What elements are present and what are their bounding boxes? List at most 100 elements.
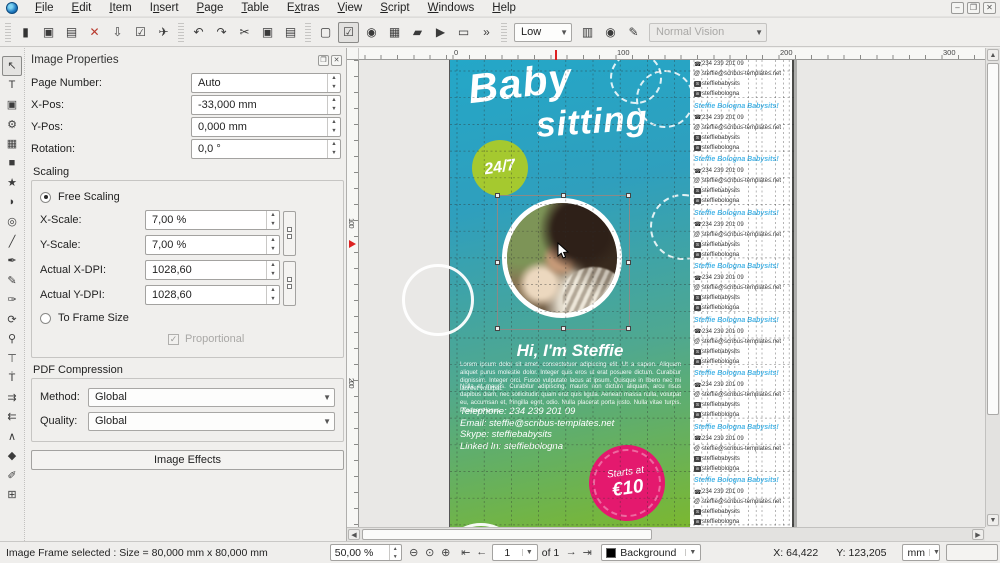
toolbar-overflow-icon[interactable]: »	[476, 22, 497, 43]
flyer-heading[interactable]: Hi, I'm Steffie	[450, 341, 690, 361]
price-badge[interactable]: Starts at €10	[584, 440, 670, 526]
open-document-icon[interactable]: ▣	[38, 22, 59, 43]
unlink-text-frames-tool[interactable]: ⇇	[2, 407, 22, 427]
selection-handle[interactable]	[626, 193, 631, 198]
spinner[interactable]: ▲▼	[327, 74, 340, 92]
menu-edit[interactable]: Edit	[63, 1, 101, 15]
scroll-up-icon[interactable]: ▲	[987, 49, 999, 61]
cut-icon[interactable]: ✂	[234, 22, 255, 43]
horizontal-scrollbar[interactable]: ◀ ▶	[347, 527, 985, 541]
selection-handle[interactable]	[561, 326, 566, 331]
panel-float-button[interactable]: ❐	[318, 55, 329, 66]
preview-quality-select[interactable]: Low ▼	[514, 23, 572, 42]
insert-table-icon[interactable]: ▦	[384, 22, 405, 43]
spinner[interactable]: ▲▼	[266, 286, 279, 304]
insert-arc-tool[interactable]: ◗	[2, 193, 22, 213]
new-document-icon[interactable]: ▮	[15, 22, 36, 43]
image-effects-button[interactable]: Image Effects	[31, 450, 344, 470]
menu-script[interactable]: Script	[371, 1, 418, 15]
y-scale-field[interactable]: 7,00 % ▲▼	[145, 235, 280, 255]
insert-bezier-tool[interactable]: ✒	[2, 251, 22, 271]
zoom-out-icon[interactable]: ⊖	[406, 546, 422, 559]
spinner[interactable]: ▲▼	[266, 211, 279, 229]
paste-icon[interactable]: ▤	[280, 22, 301, 43]
scroll-right-icon[interactable]: ▶	[972, 529, 984, 540]
quality-select[interactable]: Global ▼	[88, 412, 335, 431]
close-document-icon[interactable]: ✕	[84, 22, 105, 43]
insert-render-frame-icon[interactable]: ◉	[361, 22, 382, 43]
selection-handle[interactable]	[495, 326, 500, 331]
tear-off-strip[interactable]: Steffie Bologna Babysits!☎234 239 201 09…	[694, 315, 793, 369]
x-scale-field[interactable]: 7,00 % ▲▼	[145, 210, 280, 230]
menu-insert[interactable]: Insert	[141, 1, 188, 15]
menu-windows[interactable]: Windows	[419, 1, 484, 15]
insert-image-frame-tool[interactable]: ▣	[2, 95, 22, 115]
tear-off-strip[interactable]: Steffie Bologna Babysits!☎234 239 201 09…	[694, 60, 793, 101]
undo-icon[interactable]: ↶	[188, 22, 209, 43]
print-icon[interactable]: ⇩	[107, 22, 128, 43]
unit-selector[interactable]: mm ▼	[902, 544, 940, 561]
insert-polygon-tool[interactable]: ★	[2, 173, 22, 193]
tear-off-strip[interactable]: Steffie Bologna Babysits!☎234 239 201 09…	[694, 101, 793, 155]
insert-shape-tool[interactable]: ■	[2, 154, 22, 174]
pdf-tools[interactable]: ⊞	[2, 485, 22, 505]
save-document-icon[interactable]: ▤	[61, 22, 82, 43]
document-page[interactable]: Baby sitting 24/7 Hi, I'm Steffie Lorem …	[449, 60, 794, 527]
tear-off-strip[interactable]: Steffie Bologna Babysits!☎234 239 201 09…	[694, 475, 793, 527]
redo-icon[interactable]: ↷	[211, 22, 232, 43]
rotation-field[interactable]: 0,0 ° ▲▼	[191, 139, 341, 159]
insert-line-tool[interactable]: ╱	[2, 232, 22, 252]
measurements-tool[interactable]: ∧	[2, 427, 22, 447]
menu-help[interactable]: Help	[483, 1, 525, 15]
first-page-icon[interactable]: ⇤	[458, 546, 474, 559]
zoom-in-icon[interactable]: ⊕	[438, 546, 454, 559]
link-scales-icon[interactable]	[283, 211, 296, 256]
insert-text-frame-tool[interactable]: T	[2, 76, 22, 96]
y-pos-field[interactable]: 0,000 mm ▲▼	[191, 117, 341, 137]
scroll-down-icon[interactable]: ▼	[987, 514, 999, 526]
zoom-tool[interactable]: ⚲	[2, 329, 22, 349]
insert-spiral-tool[interactable]: ◎	[2, 212, 22, 232]
vertical-scrollbar[interactable]: ▲ ▼	[985, 48, 1000, 527]
method-select[interactable]: Global ▼	[88, 388, 335, 407]
select-tool[interactable]: ↖	[2, 56, 22, 76]
edit-contents-tool[interactable]: ⊤	[2, 349, 22, 369]
flyer-contacts[interactable]: Telephone: 234 239 201 09Email: steffie@…	[460, 406, 614, 452]
zoom-100-icon[interactable]: ⊙	[422, 546, 438, 559]
edit-in-preview-icon[interactable]: ✎	[623, 22, 644, 43]
last-page-icon[interactable]: ⇥	[579, 546, 595, 559]
tear-off-strips[interactable]: Steffie Bologna Babysits!☎234 239 201 09…	[694, 60, 793, 527]
tear-off-strip[interactable]: Steffie Bologna Babysits!☎234 239 201 09…	[694, 208, 793, 262]
panel-close-button[interactable]: ✕	[331, 55, 342, 66]
spinner[interactable]: ▲▼	[389, 545, 401, 560]
actual-y-dpi-field[interactable]: 1028,60 ▲▼	[145, 285, 280, 305]
selection-handle[interactable]	[561, 193, 566, 198]
close-button[interactable]: ✕	[983, 2, 996, 14]
tear-off-strip[interactable]: Steffie Bologna Babysits!☎234 239 201 09…	[694, 368, 793, 422]
menu-page[interactable]: Page	[188, 1, 233, 15]
layer-selector[interactable]: Background ▼	[601, 544, 701, 561]
free-scaling-radio[interactable]	[40, 192, 51, 203]
insert-table-tool[interactable]: ▦	[2, 134, 22, 154]
maximize-button[interactable]: ❐	[967, 2, 980, 14]
to-frame-size-radio[interactable]	[40, 313, 51, 324]
minimize-button[interactable]: –	[951, 2, 964, 14]
rotate-item-tool[interactable]: ⟳	[2, 310, 22, 330]
selection-handle[interactable]	[495, 193, 500, 198]
vertical-ruler[interactable]: 100200	[347, 60, 359, 527]
preview-mode-icon[interactable]: ☑	[338, 22, 359, 43]
display-settings-icon[interactable]: ▥	[577, 22, 598, 43]
spinner[interactable]: ▲▼	[266, 236, 279, 254]
spinner[interactable]: ▲▼	[327, 140, 340, 158]
tear-off-strip[interactable]: Steffie Bologna Babysits!☎234 239 201 09…	[694, 261, 793, 315]
ruler-origin-corner[interactable]	[347, 48, 359, 60]
spinner[interactable]: ▲▼	[327, 96, 340, 114]
page-number-field[interactable]: Auto ▲▼	[191, 73, 341, 93]
link-text-frames-tool[interactable]: ⇉	[2, 388, 22, 408]
insert-freehand-tool[interactable]: ✎	[2, 271, 22, 291]
spinner[interactable]: ▲▼	[266, 261, 279, 279]
preview-eye-icon[interactable]: ◉	[600, 22, 621, 43]
menu-item[interactable]: Item	[100, 1, 140, 15]
horizontal-ruler[interactable]: 0100200300	[359, 48, 985, 60]
selection-handle[interactable]	[626, 326, 631, 331]
